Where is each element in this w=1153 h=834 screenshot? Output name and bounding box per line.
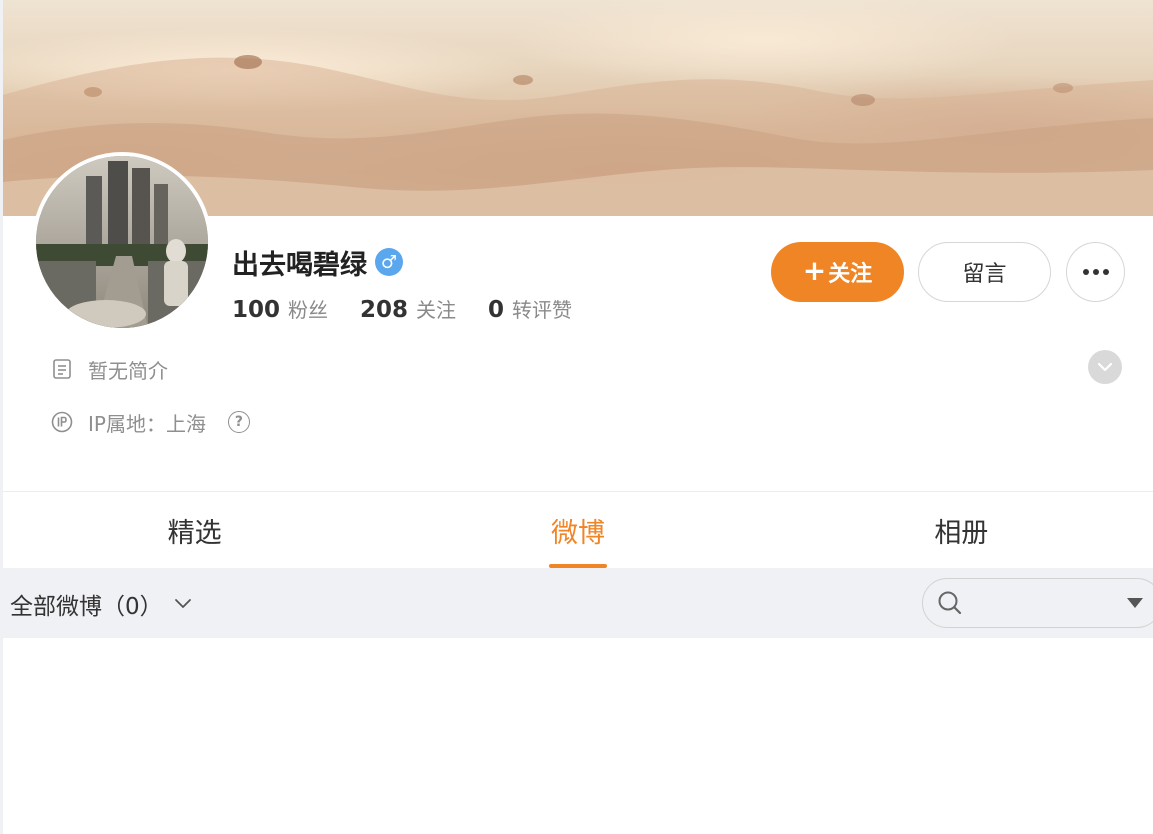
tab-featured-label: 精选 (167, 517, 222, 549)
avatar[interactable] (32, 152, 212, 332)
follow-button-label: 关注 (828, 262, 873, 287)
filter-label: 全部微博（0） (10, 594, 163, 620)
weibo-filter-dropdown[interactable]: 全部微博（0） (10, 586, 193, 622)
tab-featured[interactable]: 精选 (3, 492, 386, 568)
username-row: 出去喝碧绿 ♂ (232, 242, 403, 282)
followers-label: 粉丝 (288, 298, 329, 322)
search-icon (938, 591, 962, 615)
stats-row: 100 粉丝 208 关注 0 转评赞 (232, 294, 604, 328)
bio-text: 暂无简介 (88, 358, 168, 383)
following-count: 208 (360, 297, 409, 323)
search-input[interactable] (973, 588, 1113, 618)
ip-location-text: IP属地：上海 (88, 411, 206, 436)
message-button-label: 留言 (962, 262, 1007, 287)
follow-button[interactable]: + 关注 (771, 242, 904, 302)
chevron-down-icon (174, 599, 191, 608)
bio-row: 暂无简介 (50, 354, 168, 384)
interactions-label: 转评赞 (512, 298, 573, 322)
feed-area (3, 638, 1153, 834)
message-button[interactable]: 留言 (918, 242, 1051, 302)
tab-weibo[interactable]: 微博 (386, 492, 769, 568)
followers-count: 100 (232, 297, 281, 323)
tab-weibo-label: 微博 (550, 517, 605, 549)
male-gender-icon: ♂ (375, 248, 403, 276)
reposts-comments-likes-stat[interactable]: 0 转评赞 (488, 294, 572, 323)
tab-album-label: 相册 (934, 517, 989, 549)
interactions-count: 0 (488, 297, 505, 323)
avatar-image (36, 156, 208, 328)
tab-album[interactable]: 相册 (770, 492, 1153, 568)
profile-tabs: 精选 微博 相册 (3, 492, 1153, 568)
ip-location-row: IP属地：上海 ? (50, 407, 250, 437)
ellipsis-icon (1082, 269, 1089, 275)
following-label: 关注 (416, 298, 457, 322)
following-stat[interactable]: 208 关注 (360, 294, 456, 323)
help-icon[interactable]: ? (227, 411, 250, 433)
search-box[interactable] (922, 578, 1153, 628)
more-options-button[interactable] (1066, 242, 1125, 302)
followers-stat[interactable]: 100 粉丝 (232, 294, 328, 323)
plus-icon: + (802, 254, 827, 287)
profile-page: 出去喝碧绿 ♂ 100 粉丝 208 关注 0 转评赞 + 关注 留言 暂无简介… (0, 0, 1153, 834)
dropdown-triangle-icon[interactable] (1127, 598, 1143, 608)
document-icon (50, 357, 74, 381)
chevron-down-icon (1097, 362, 1113, 372)
expand-profile-button[interactable] (1088, 350, 1122, 384)
username: 出去喝碧绿 (232, 249, 367, 281)
ip-badge-icon (50, 410, 74, 434)
